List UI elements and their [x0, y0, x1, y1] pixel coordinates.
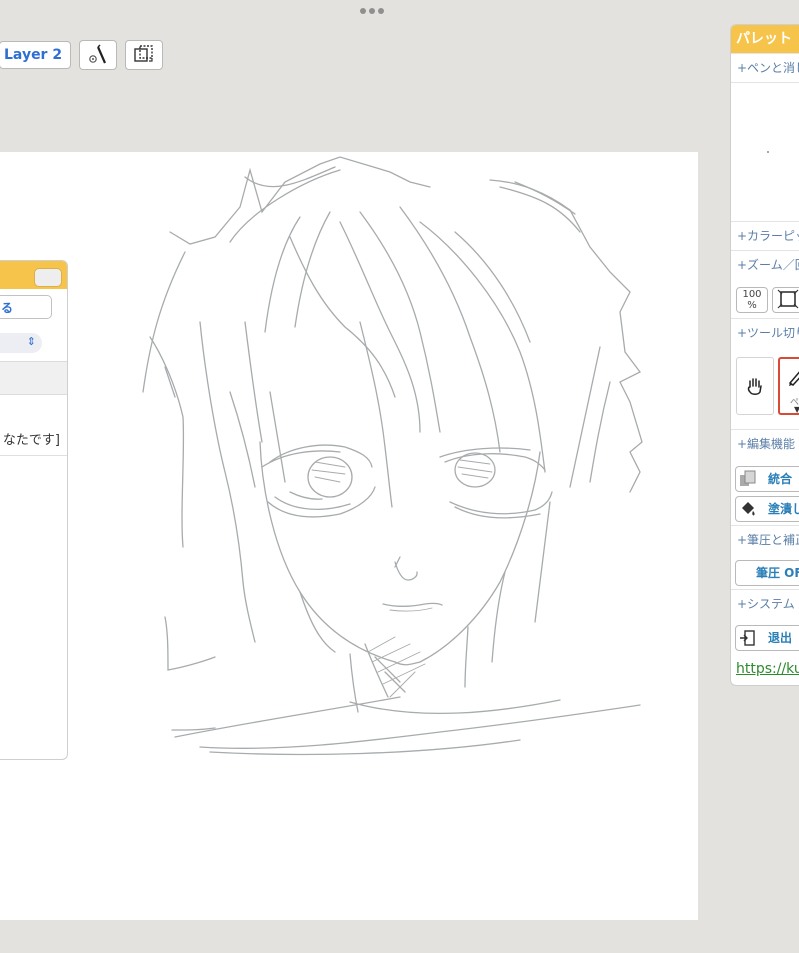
- merge-button[interactable]: 統合: [735, 466, 799, 492]
- dialog-text-content: なたです]: [2, 433, 60, 448]
- dialog-option-label: る: [0, 301, 13, 315]
- dropdown-triangle-icon: ▼: [794, 405, 799, 414]
- section-system[interactable]: +システム: [731, 589, 799, 617]
- settings-dialog: る ⇕ なたです]: [0, 260, 68, 760]
- palette-panel: パレット +ペンと消し +カラーピッ +ズーム／回 100 % +ツール切り: [730, 24, 799, 686]
- pen-gear-icon: [89, 44, 107, 64]
- sketch-drawing: [142, 156, 643, 756]
- fill-button[interactable]: 塗潰し: [735, 496, 799, 522]
- dialog-text-line: なたです]: [0, 429, 67, 456]
- hand-tool-button[interactable]: [736, 357, 774, 415]
- pen-tool-button[interactable]: ペン ▼: [778, 357, 799, 415]
- dot: [360, 8, 366, 14]
- section-edit-functions[interactable]: +編集機能: [731, 429, 799, 457]
- pen-settings-button[interactable]: [79, 40, 118, 70]
- pressure-toggle-button[interactable]: 筆圧 OF: [735, 560, 799, 586]
- exit-button[interactable]: 退出: [735, 625, 799, 651]
- section-zoom-rotate[interactable]: +ズーム／回: [731, 250, 799, 278]
- hand-icon: [747, 378, 762, 395]
- chevron-updown-icon: ⇕: [26, 335, 36, 348]
- zoom-buttons-row: 100 %: [736, 287, 799, 313]
- exit-label: 退出: [768, 631, 793, 645]
- zoom-percent-label: %: [747, 300, 757, 311]
- fit-screen-button[interactable]: [772, 287, 799, 313]
- multitask-dots[interactable]: [360, 6, 384, 16]
- dot: [369, 8, 375, 14]
- dialog-select[interactable]: ⇕: [0, 333, 42, 353]
- dialog-header: [0, 261, 67, 289]
- pen-preview-dot: [767, 151, 769, 153]
- fill-label: 塗潰し: [768, 502, 799, 516]
- section-pressure-correction[interactable]: +筆圧と補正: [731, 525, 799, 553]
- transform-icon: [134, 45, 153, 62]
- section-tool-switch[interactable]: +ツール切り: [731, 318, 799, 346]
- pressure-label: 筆圧 OF: [756, 566, 799, 580]
- exit-door-icon: [740, 630, 755, 646]
- zoom-100-button[interactable]: 100 %: [736, 287, 768, 313]
- zoom-100-label: 100: [742, 289, 762, 300]
- drawing-canvas[interactable]: [0, 152, 698, 920]
- merge-layers-icon: [740, 470, 756, 486]
- paint-bucket-icon: [742, 502, 755, 516]
- dialog-option-button[interactable]: る: [0, 295, 52, 319]
- pencil-icon: [788, 371, 799, 386]
- transform-button[interactable]: [125, 40, 164, 70]
- tool-select-row: ペン ▼: [736, 357, 799, 415]
- palette-title: パレット: [731, 25, 799, 53]
- website-link[interactable]: https://ku: [736, 661, 799, 677]
- top-toolbar: Layer 2: [0, 40, 164, 70]
- layer-button[interactable]: Layer 2: [0, 41, 72, 69]
- section-color-picker[interactable]: +カラーピッ: [731, 221, 799, 249]
- section-pen-eraser[interactable]: +ペンと消し: [731, 53, 799, 81]
- merge-label: 統合: [768, 472, 793, 486]
- dialog-header-button[interactable]: [34, 268, 62, 287]
- dot: [378, 8, 384, 14]
- dialog-gray-band: [0, 361, 67, 395]
- fit-screen-icon: [777, 289, 799, 309]
